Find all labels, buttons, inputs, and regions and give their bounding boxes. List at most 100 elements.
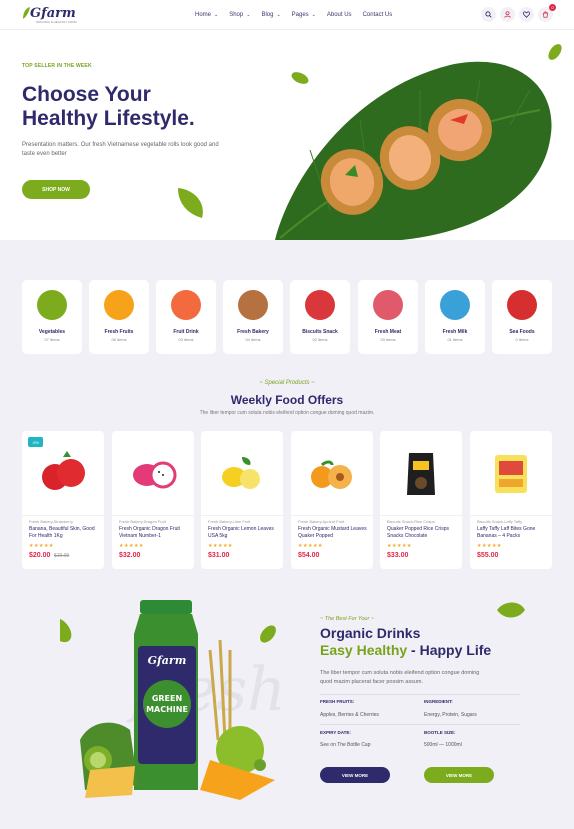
offers-kicker: ~ Special Products ~ <box>259 380 315 386</box>
category-image <box>305 290 335 320</box>
logo[interactable]: Gfarm ORGANIC & HEALTHY FOOD <box>22 6 77 24</box>
spec-bottle-size-label: BOOTLE SIZE: <box>424 730 456 735</box>
category-card[interactable]: Fresh Milk 01 items <box>425 280 485 354</box>
product-category[interactable]: Fresh Bakery,Apricot Fruit <box>298 519 344 524</box>
product-old-price: $19.00 <box>54 553 70 559</box>
cart-button[interactable]: 0 <box>538 4 556 22</box>
divider <box>380 515 462 516</box>
product-category[interactable]: Fresh Bakery,Lime Fruit <box>208 519 250 524</box>
product-name[interactable]: Laffy Taffy Laff Bites Gone Bananas – 4 … <box>477 526 551 539</box>
offers-description: The liber tempor cum soluta nobis eleife… <box>199 410 375 416</box>
product-name[interactable]: Banana, Beautiful Skin, Good For Health … <box>29 526 103 539</box>
discount-badge: -5% <box>28 437 43 447</box>
chevron-down-icon: ⌄ <box>311 12 316 18</box>
category-name: Biscuits Snack <box>302 329 338 335</box>
category-image <box>37 290 67 320</box>
view-more-button-secondary[interactable]: VIEW MORE <box>424 767 494 783</box>
category-card[interactable]: Vegetables 07 items <box>22 280 82 354</box>
category-name: Sea Foods <box>509 329 535 335</box>
product-card[interactable]: Biscuits Snack,Laffy Taffy Laffy Taffy La… <box>470 431 552 569</box>
category-count: 07 items <box>44 337 60 342</box>
product-name[interactable]: Quaker Popped Rice Crisps Snacks Chocola… <box>387 526 461 539</box>
product-name[interactable]: Fresh Organic Mustard Leaves Quaker Popp… <box>298 526 372 539</box>
product-category[interactable]: Biscuits Snack,Laffy Taffy <box>477 519 522 524</box>
product-category[interactable]: Biscuits Snack,Rice Crisps <box>387 519 435 524</box>
product-price: $32.00 <box>119 552 141 559</box>
hero-description: Presentation matters. Our fresh Vietname… <box>22 142 219 157</box>
spring-rolls-on-leaf-image <box>275 44 562 243</box>
leaf-decoration-icon <box>497 602 525 618</box>
product-rating: ★★★★★ <box>477 543 502 549</box>
user-icon <box>504 11 511 18</box>
chevron-down-icon: ⌄ <box>246 12 251 18</box>
category-name: Vegetables <box>38 329 66 335</box>
divider <box>291 515 373 516</box>
wishlist-button[interactable] <box>519 7 534 22</box>
drinks-subtitle: Easy Healthy - Happy Life <box>320 642 491 658</box>
category-name: Fresh Milk <box>442 329 468 335</box>
category-card[interactable]: Biscuits Snack 02 items <box>290 280 350 354</box>
category-image <box>440 290 470 320</box>
heart-icon <box>523 11 530 18</box>
header-actions: 0 <box>477 4 556 22</box>
shop-now-button[interactable]: SHOP NOW <box>22 180 90 199</box>
product-card[interactable]: Fresh Bakery,Lime Fruit Fresh Organic Lem… <box>201 431 283 569</box>
drinks-kicker: ~ The Best For Your ~ <box>320 616 375 622</box>
product-rating: ★★★★★ <box>208 543 233 549</box>
product-price: $33.00 <box>387 552 409 559</box>
chips-bag-icon <box>407 453 435 495</box>
divider <box>201 515 283 516</box>
cart-count-badge: 0 <box>549 4 556 11</box>
logo-tagline: ORGANIC & HEALTHY FOOD <box>36 20 77 24</box>
dragon-fruit-icon <box>133 461 177 489</box>
view-more-button[interactable]: VIEW MORE <box>320 767 390 783</box>
product-price: $54.00 <box>298 552 320 559</box>
cart-icon <box>542 11 549 18</box>
bottle-brand-text: Gfarm <box>148 654 187 667</box>
category-card[interactable]: Fresh Bakery 04 items <box>223 280 283 354</box>
strawberry-icon <box>42 451 85 490</box>
product-card[interactable]: Biscuits Snack,Rice Crisps Quaker Popped … <box>380 431 462 569</box>
lemon-icon <box>222 457 260 489</box>
product-card[interactable]: Fresh Bakery,Dragon Fruit Fresh Organic D… <box>112 431 194 569</box>
category-name: Fresh Fruits <box>104 329 134 335</box>
search-button[interactable] <box>481 7 496 22</box>
nav-about-label: About Us <box>326 12 352 18</box>
product-category[interactable]: Fresh Bakery,Strawberry <box>29 519 73 524</box>
category-count: 04 items <box>245 337 261 342</box>
nav-shop[interactable]: Shop ⌄ <box>229 12 250 18</box>
nav-pages[interactable]: Pages ⌄ <box>292 12 316 18</box>
category-card[interactable]: Fruit Drink 03 items <box>156 280 216 354</box>
category-card[interactable]: Sea Foods 0 items <box>492 280 552 354</box>
svg-text:GREEN: GREEN <box>152 694 182 703</box>
drinks-subtitle-rest: - Happy Life <box>407 642 492 658</box>
product-card[interactable]: -5% Fresh Bakery,Strawberry Banana, Beauti… <box>22 431 104 569</box>
nav-home-label: Home <box>195 12 212 18</box>
category-name: Fruit Drink <box>173 329 199 335</box>
hero-title: Choose Your Healthy Lifestyle. <box>22 83 195 131</box>
category-card[interactable]: Fresh Meat 03 items <box>358 280 418 354</box>
product-price: $55.00 <box>477 552 499 559</box>
logo-text: Gfarm <box>30 6 76 21</box>
divider <box>470 515 552 516</box>
product-rating: ★★★★★ <box>298 543 323 549</box>
divider <box>320 694 520 695</box>
category-count: 02 items <box>312 337 328 342</box>
green-machine-bottle-image: fresh Gfarm GREEN MACHINE <box>60 600 286 800</box>
product-name[interactable]: Fresh Organic Dragon Fruit Vietnam Numbe… <box>119 526 193 539</box>
spec-bottle-size-value: 500ml — 1000ml <box>424 742 462 748</box>
category-card[interactable]: Fresh Fruits 06 items <box>89 280 149 354</box>
nav-home[interactable]: Home ⌄ <box>195 12 218 18</box>
spec-expiry-value: See on The Bottle Cap <box>320 742 371 748</box>
category-image <box>104 290 134 320</box>
nav-about[interactable]: About Us <box>327 12 352 18</box>
nav-shop-label: Shop <box>229 12 244 18</box>
nav-contact[interactable]: Contact Us <box>363 12 393 18</box>
category-count: 0 items <box>515 337 529 342</box>
account-button[interactable] <box>500 7 515 22</box>
product-name[interactable]: Fresh Organic Lemon Leaves USA 5kg <box>208 526 282 539</box>
product-card[interactable]: Fresh Bakery,Apricot Fruit Fresh Organic … <box>291 431 373 569</box>
product-category[interactable]: Fresh Bakery,Dragon Fruit <box>119 519 166 524</box>
spec-fresh-fruits-value: Apples, Berries & Cherries <box>320 712 379 718</box>
nav-blog[interactable]: Blog ⌄ <box>261 12 280 18</box>
